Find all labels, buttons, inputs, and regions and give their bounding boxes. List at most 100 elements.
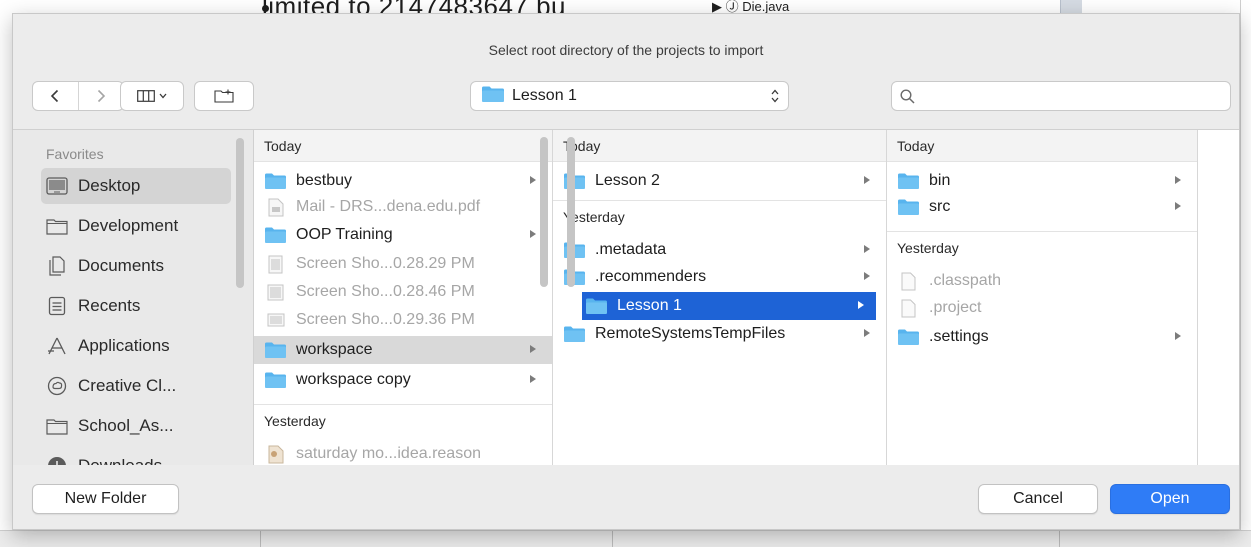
folder-icon (481, 85, 505, 108)
list-item-label: OOP Training (296, 226, 393, 243)
list-item-oop-training[interactable]: OOP Training (254, 221, 552, 249)
search-input[interactable] (921, 88, 1211, 104)
search-icon (900, 88, 915, 104)
group-heading-today: Today (887, 130, 1197, 162)
folder-icon (46, 215, 68, 237)
sidebar-item-label: Downloads (78, 456, 162, 465)
list-item-label: .metadata (595, 241, 667, 258)
list-item-metadata[interactable]: .metadata (553, 236, 886, 264)
dialog-title: Select root directory of the projects to… (488, 42, 764, 58)
downloads-icon (46, 455, 68, 465)
new-folder-toolbar-button[interactable] (194, 81, 254, 111)
sidebar-scrollbar[interactable] (236, 138, 244, 288)
group-heading-today: Today (254, 130, 552, 162)
group-heading-yesterday: Yesterday (553, 200, 886, 232)
new-folder-icon (214, 89, 234, 103)
list-item-label: saturday mo...idea.reason (296, 445, 481, 462)
recents-icon (46, 295, 68, 317)
location-popup-label: Lesson 1 (512, 87, 577, 104)
sidebar-item-applications[interactable]: Applications (46, 328, 232, 364)
image-file-icon (264, 254, 287, 274)
list-item-label: .settings (929, 328, 989, 345)
folder-icon (585, 296, 608, 316)
list-item-screenshot-2[interactable]: Screen Sho...0.28.46 PM (254, 278, 552, 306)
list-item-label: Screen Sho...0.28.29 PM (296, 255, 475, 272)
folder-icon (264, 370, 287, 390)
list-item-src[interactable]: src (887, 193, 1197, 221)
list-item-mail-pdf[interactable]: Mail - DRS...dena.edu.pdf (254, 193, 552, 221)
column-1-scrollbar[interactable] (540, 137, 548, 287)
chevron-right-icon (530, 176, 536, 184)
list-item-workspace-copy[interactable]: workspace copy (254, 366, 552, 394)
chevron-right-icon (1175, 202, 1181, 210)
list-item-screenshot-3[interactable]: Screen Sho...0.29.36 PM (254, 306, 552, 334)
sidebar-item-label: School_As... (78, 416, 174, 435)
list-item-label: src (929, 198, 951, 215)
list-item-lesson-2[interactable]: Lesson 2 (553, 167, 886, 195)
chevron-right-icon (530, 375, 536, 383)
search-field[interactable] (891, 81, 1231, 111)
folder-icon (897, 327, 920, 347)
list-item-label: .classpath (929, 272, 1002, 289)
list-item-settings[interactable]: .settings (887, 323, 1197, 351)
list-item-recommenders[interactable]: .recommenders (553, 263, 886, 291)
folder-icon (264, 171, 287, 191)
chevron-right-icon (97, 89, 106, 103)
sidebar-item-desktop[interactable]: Desktop (41, 168, 231, 204)
folder-icon (897, 197, 920, 217)
browser-column-1: Today bestbuy Mail - DRS...dena.edu.pdf … (254, 130, 553, 465)
sidebar-item-school[interactable]: School_As... (46, 408, 232, 444)
empty-column (1198, 130, 1239, 465)
chevron-right-icon (858, 301, 864, 309)
chevron-right-icon (1175, 176, 1181, 184)
sidebar-item-documents[interactable]: Documents (46, 248, 232, 284)
list-item-label: .recommenders (595, 268, 707, 285)
sidebar-item-label: Desktop (78, 176, 141, 195)
sidebar-item-development[interactable]: Development (46, 208, 232, 244)
new-folder-button[interactable]: New Folder (32, 484, 179, 514)
list-item-workspace[interactable]: workspace (254, 336, 552, 364)
background-right-panel (1240, 0, 1251, 547)
cancel-button[interactable]: Cancel (978, 484, 1098, 514)
list-item-label: Screen Sho...0.28.46 PM (296, 283, 475, 300)
list-item-bestbuy[interactable]: bestbuy (254, 167, 552, 195)
sidebar-item-label: Recents (78, 296, 141, 315)
list-item-lesson-1[interactable]: Lesson 1 (582, 292, 876, 320)
group-heading-today: Today (553, 130, 886, 162)
view-mode-button[interactable] (120, 81, 184, 111)
location-popup[interactable]: Lesson 1 (470, 81, 789, 111)
list-item-remote-systems-temp-files[interactable]: RemoteSystemsTempFiles (553, 320, 886, 348)
sidebar-item-label: Development (78, 216, 179, 235)
chevron-down-icon (159, 93, 167, 99)
list-item-bin[interactable]: bin (887, 167, 1197, 195)
list-item-project[interactable]: .project (887, 294, 1197, 322)
back-button[interactable] (33, 82, 78, 110)
browser-column-2: Today Lesson 2 Yesterday .metadata .reco… (553, 130, 887, 465)
sidebar-item-recents[interactable]: Recents (46, 288, 232, 324)
list-item-label: Mail - DRS...dena.edu.pdf (296, 198, 481, 215)
list-item-screenshot-1[interactable]: Screen Sho...0.28.29 PM (254, 250, 552, 278)
sidebar: Favorites Desktop Development Documents … (13, 130, 254, 465)
list-item-label: bestbuy (296, 172, 353, 189)
chevron-right-icon (530, 345, 536, 353)
list-item-label: .project (929, 299, 982, 316)
open-button[interactable]: Open (1110, 484, 1230, 514)
stepper-icon (771, 89, 779, 103)
forward-button[interactable] (77, 82, 123, 110)
file-icon (897, 298, 920, 318)
documents-icon (46, 255, 68, 277)
column-2-scrollbar[interactable] (567, 137, 575, 287)
list-item-classpath[interactable]: .classpath (887, 267, 1197, 295)
chevron-right-icon (530, 230, 536, 238)
sidebar-item-label: Creative Cl... (78, 376, 177, 395)
sidebar-item-label: Documents (78, 256, 164, 275)
sidebar-item-creative-cloud[interactable]: Creative Cl... (46, 368, 232, 404)
image-file-icon (264, 282, 287, 302)
folder-icon (46, 415, 68, 437)
pdf-icon (264, 197, 287, 217)
list-item-label: Lesson 2 (595, 172, 660, 189)
list-item-label: Lesson 1 (617, 297, 682, 314)
list-item-saturday-reason[interactable]: saturday mo...idea.reason (254, 440, 552, 465)
sidebar-item-downloads[interactable]: Downloads (46, 448, 232, 465)
chevron-right-icon (864, 329, 870, 337)
